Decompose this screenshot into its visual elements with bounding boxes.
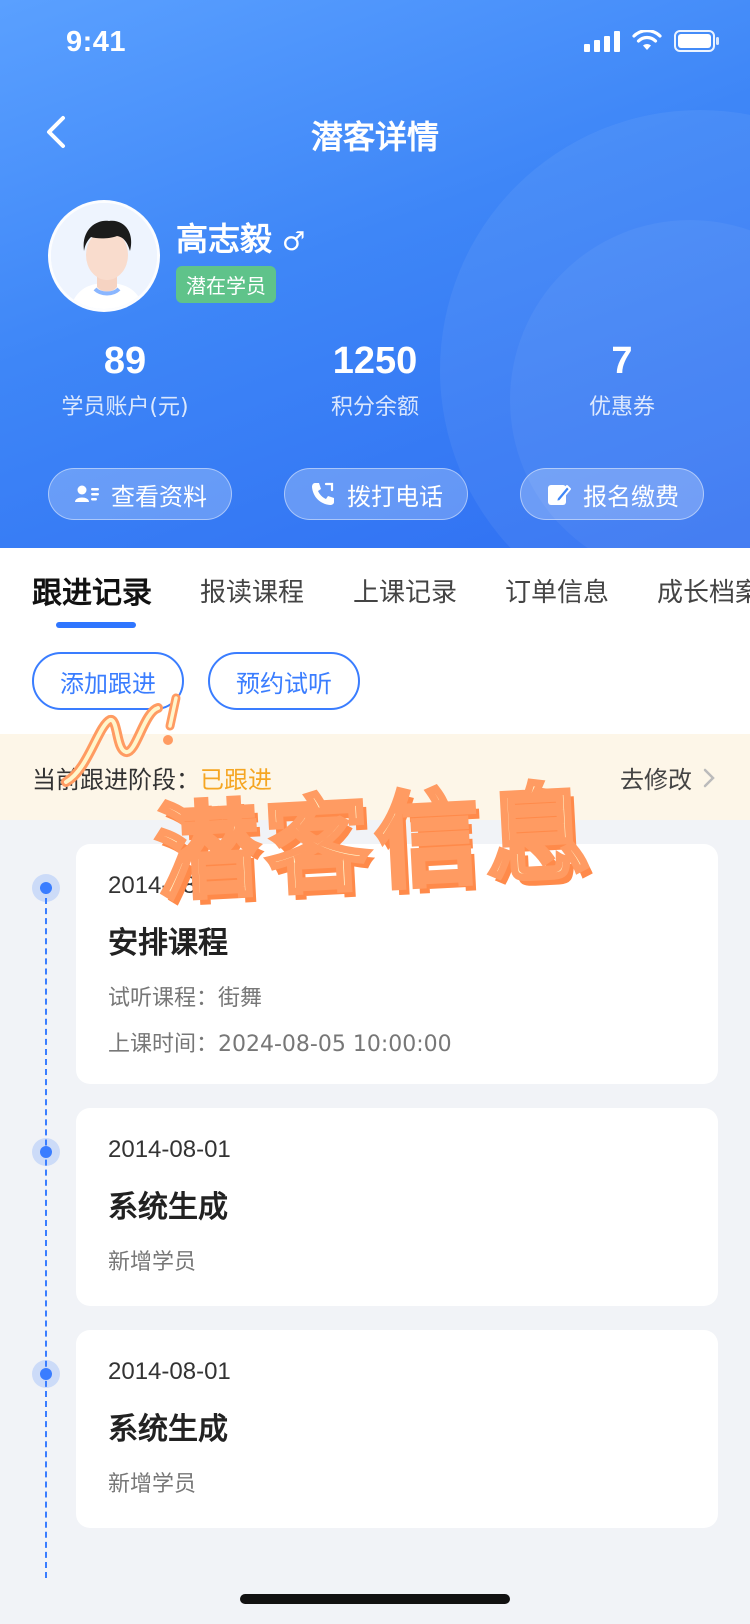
card-title: 系统生成 (108, 1412, 228, 1447)
edit-pay-icon (548, 485, 571, 505)
phone-call-icon (312, 482, 334, 505)
student-name: 高志毅 ♂ (176, 214, 305, 260)
stat-coupons[interactable]: 7 优惠券 (522, 340, 722, 421)
call-button[interactable]: 拨打电话 (284, 468, 468, 520)
view-profile-label: 查看资料 (111, 482, 207, 511)
timeline-card[interactable]: 2014-08-01 系统生成 新增学员 (76, 1330, 718, 1528)
stat-label: 积分余额 (330, 395, 419, 420)
timeline-dot (32, 1360, 60, 1388)
edit-stage-label: 去修改 (620, 766, 692, 794)
action-buttons: 查看资料 拨打电话 报名缴费 (0, 468, 750, 520)
stat-account[interactable]: 89 学员账户(元) (25, 340, 225, 421)
view-profile-button[interactable]: 查看资料 (48, 468, 232, 520)
card-date: 2014-08-01 (108, 1358, 231, 1385)
tab-bar: 跟进记录 报读课程 上课记录 订单信息 成长档案 (0, 568, 750, 628)
stat-label: 学员账户(元) (61, 395, 189, 420)
tab-growth-records[interactable]: 成长档案 (657, 572, 750, 609)
status-bar: 9:41 (0, 0, 750, 92)
timeline-line (45, 888, 47, 1578)
home-indicator (240, 1594, 510, 1604)
status-time: 9:41 (66, 26, 127, 58)
chevron-right-icon (703, 768, 715, 787)
book-trial-button[interactable]: 预约试听 (208, 652, 360, 710)
nav-bar: 潜客详情 (0, 92, 750, 172)
active-tab-indicator (56, 622, 136, 628)
timeline-dot (32, 1138, 60, 1166)
avatar[interactable] (48, 200, 160, 312)
stat-points[interactable]: 1250 积分余额 (275, 340, 475, 421)
timeline-card[interactable]: 2014-08-01 系统生成 新增学员 (76, 1108, 718, 1306)
status-icons (584, 30, 720, 52)
student-name-text: 高志毅 (176, 220, 273, 258)
card-detail: 新增学员 (108, 1472, 197, 1497)
timeline-dot (32, 874, 60, 902)
stats-row: 89 学员账户(元) 1250 积分余额 7 优惠券 (0, 340, 750, 430)
enroll-pay-label: 报名缴费 (583, 482, 679, 511)
wifi-icon (632, 30, 662, 50)
status-badge: 潜在学员 (176, 266, 276, 303)
tab-followup-records[interactable]: 跟进记录 (32, 568, 152, 612)
card-title: 系统生成 (108, 1190, 228, 1225)
tab-class-records[interactable]: 上课记录 (353, 572, 457, 609)
gender-male-icon: ♂ (282, 227, 306, 257)
card-detail: 上课时间：2024-08-05 10:00:00 (108, 1032, 452, 1057)
card-date: 2014-08-01 (108, 1136, 231, 1163)
enroll-pay-button[interactable]: 报名缴费 (520, 468, 704, 520)
card-detail: 新增学员 (108, 1250, 197, 1275)
promo-overlay-text: 潜客信息 (151, 769, 601, 918)
stat-value: 1250 (332, 340, 418, 382)
avatar-illustration (51, 203, 157, 309)
edit-stage-link[interactable]: 去修改 (620, 760, 716, 795)
tab-enrolled-courses[interactable]: 报读课程 (200, 572, 304, 609)
call-label: 拨打电话 (347, 482, 443, 511)
page-title: 潜客详情 (310, 118, 439, 156)
battery-icon (674, 30, 719, 52)
contact-card-icon (75, 485, 99, 502)
card-title: 安排课程 (108, 926, 228, 961)
stat-label: 优惠券 (588, 395, 655, 420)
stat-value: 7 (611, 340, 633, 382)
header: 9:41 潜客详情 高志毅 ♂ 潜在学员 89 学员账户(元) 1250 积分余… (0, 0, 750, 548)
signal-icon (584, 30, 620, 52)
stat-value: 89 (103, 340, 147, 382)
tab-order-info[interactable]: 订单信息 (505, 572, 609, 609)
card-detail: 试听课程：街舞 (108, 986, 263, 1011)
